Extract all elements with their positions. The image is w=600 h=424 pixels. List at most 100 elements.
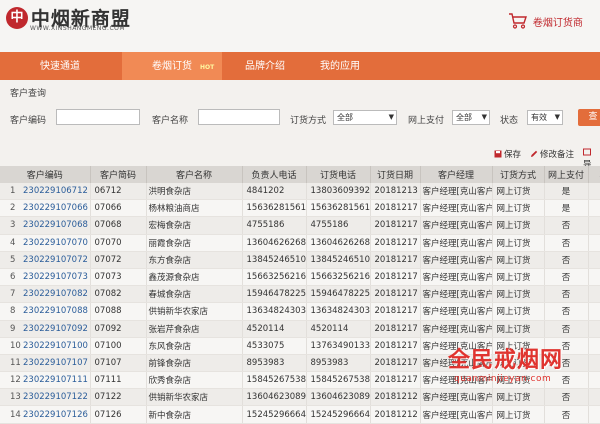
order-date: 20181217 xyxy=(370,268,421,287)
order-phone: 13803609392 xyxy=(306,183,371,201)
site-header: 中 中烟新商盟 WWW.XINSHANGMENG.COM 卷烟订货商 xyxy=(0,0,600,52)
table-row[interactable]: 2 230229107066 07066 杨林粮油商店 15636281561 15636… xyxy=(0,199,600,218)
customer-code-cell[interactable]: 8 230229107088 xyxy=(0,302,91,321)
table-row[interactable]: 6 230229107073 07073 鑫茂源食杂店 15663256216 15663… xyxy=(0,268,600,287)
column-header[interactable]: 客户编码 xyxy=(0,166,91,183)
customer-code-cell[interactable]: 5 230229107072 xyxy=(0,251,91,269)
status: 有 xyxy=(588,285,600,304)
online-pay-select[interactable]: 全部 ▼ xyxy=(452,110,490,125)
contact-phone: 4520114 xyxy=(242,320,307,338)
order-date: 20181217 xyxy=(370,285,421,304)
customer-code-cell[interactable]: 2 230229107066 xyxy=(0,199,91,218)
customer-code-cell[interactable]: 10 230229107100 xyxy=(0,337,91,355)
order-phone: 15663256216 xyxy=(306,268,371,287)
column-header[interactable]: 网上支付 xyxy=(544,166,589,183)
order-date: 20181217 xyxy=(370,216,421,235)
customer-code-cell[interactable]: 12 230229107111 xyxy=(0,371,91,390)
customer-code-link[interactable]: 230229107092 xyxy=(23,324,88,334)
row-index: 10 xyxy=(10,340,21,351)
query-button[interactable]: 查 xyxy=(578,109,600,126)
nav-item-my-apps[interactable]: 我的应用 xyxy=(290,52,390,80)
column-header[interactable]: 订货方式 xyxy=(492,166,545,183)
customer-code-link[interactable]: 230229107107 xyxy=(23,358,88,368)
row-index: 2 xyxy=(10,203,16,214)
table-row[interactable]: 7 230229107082 07082 春城食杂店 15946478225 159464… xyxy=(0,285,600,304)
customer-code-cell[interactable]: 7 230229107082 xyxy=(0,285,91,304)
customer-code-cell[interactable]: 4 230229107070 xyxy=(0,234,91,252)
table-row[interactable]: 9 230229107092 07092 张岩芹食杂店 4520114 4520114 20… xyxy=(0,320,600,338)
customer-name-input[interactable] xyxy=(198,109,280,125)
watermark-text: 全民戒烟网 xyxy=(448,348,564,373)
column-header[interactable]: 订货电话 xyxy=(306,166,371,183)
column-header[interactable]: 客户名称 xyxy=(146,166,243,183)
customer-code-cell[interactable]: 13 230229107122 xyxy=(0,388,91,407)
order-method: 网上订货 xyxy=(492,183,545,201)
table-row[interactable]: 1 230229106712 06712 洪明食杂店 4841202 1380360939… xyxy=(0,183,600,201)
customer-code-link[interactable]: 230229107122 xyxy=(23,392,88,402)
order-method: 网上订货 xyxy=(492,251,545,269)
row-index: 5 xyxy=(10,254,16,265)
column-header[interactable]: 客户经理 xyxy=(420,166,493,183)
table-row[interactable]: 14 230229107126 07126 新中食杂店 15245296664 15245… xyxy=(0,405,600,424)
cart-link[interactable]: 卷烟订货商 xyxy=(508,12,583,30)
account-manager: 客户经理[克山客户 xyxy=(420,199,493,218)
column-header[interactable]: 订货日期 xyxy=(370,166,421,183)
customer-code-cell[interactable]: 14 230229107126 xyxy=(0,405,91,424)
order-method-select[interactable]: 全部 ▼ xyxy=(333,110,397,125)
customer-short-code: 07073 xyxy=(90,268,147,287)
table-row[interactable]: 3 230229107068 07068 宏梅食杂店 4755186 4755186 201… xyxy=(0,216,600,235)
order-date: 20181217 xyxy=(370,199,421,218)
filter-bar: 客户编码 客户名称 订货方式 全部 ▼ 网上支付 全部 ▼ 状态 有效 ▼ 查 xyxy=(0,104,600,134)
contact-phone: 8953983 xyxy=(242,354,307,373)
customer-code-link[interactable]: 230229107066 xyxy=(23,203,88,213)
save-button[interactable]: 保存 xyxy=(494,148,521,160)
customer-code-link[interactable]: 230229107073 xyxy=(23,272,88,282)
customer-code-link[interactable]: 230229107082 xyxy=(23,289,88,299)
customer-short-code: 07126 xyxy=(90,405,147,424)
column-header[interactable]: 状 xyxy=(588,166,600,183)
customer-code-cell[interactable]: 11 230229107107 xyxy=(0,354,91,373)
customer-code-link[interactable]: 230229107126 xyxy=(23,410,88,420)
customer-code-link[interactable]: 230229107088 xyxy=(23,306,88,316)
row-index: 7 xyxy=(10,289,16,300)
nav-item-cigarette-order[interactable]: 卷烟订货 HOT xyxy=(122,52,222,80)
edit-note-button[interactable]: 修改备注 xyxy=(530,148,574,160)
order-method: 网上订货 xyxy=(492,216,545,235)
export-icon xyxy=(583,148,591,156)
customer-code-input[interactable] xyxy=(56,109,140,125)
customer-name: 前锋食杂店 xyxy=(146,354,243,373)
order-phone: 13845246510 xyxy=(306,251,371,269)
table-row[interactable]: 13 230229107122 07122 供销新华农家店 13604623089 136… xyxy=(0,388,600,407)
table-row[interactable]: 5 230229107072 07072 东方食杂店 13845246510 138452… xyxy=(0,251,600,269)
column-header[interactable]: 负责人电话 xyxy=(242,166,307,183)
chevron-down-icon: ▼ xyxy=(388,113,394,121)
customer-code-cell[interactable]: 3 230229107068 xyxy=(0,216,91,235)
customer-code-link[interactable]: 230229107111 xyxy=(23,375,88,385)
order-method-value: 全部 xyxy=(337,113,353,122)
online-pay: 否 xyxy=(544,268,589,287)
customer-name: 杨林粮油商店 xyxy=(146,199,243,218)
customer-code-link[interactable]: 230229106712 xyxy=(23,186,88,196)
account-manager: 客户经理[克山客户 xyxy=(420,285,493,304)
status-value: 有效 xyxy=(531,113,547,122)
customer-name-label: 客户名称 xyxy=(152,116,189,126)
customer-code-cell[interactable]: 1 230229106712 xyxy=(0,183,91,201)
customer-name: 供销新华农家店 xyxy=(146,302,243,321)
row-index: 1 xyxy=(10,186,16,197)
nav-item-quick-access[interactable]: 快速通道 xyxy=(10,52,110,80)
row-index: 4 xyxy=(10,237,16,248)
chevron-down-icon: ▼ xyxy=(481,113,487,121)
customer-code-cell[interactable]: 6 230229107073 xyxy=(0,268,91,287)
status: 有 xyxy=(588,251,600,269)
online-pay-label: 网上支付 xyxy=(408,116,445,126)
customer-name: 丽霞食杂店 xyxy=(146,234,243,252)
table-row[interactable]: 8 230229107088 07088 供销新华农家店 13634824303 1363… xyxy=(0,302,600,321)
customer-code-link[interactable]: 230229107072 xyxy=(23,255,88,265)
customer-code-link[interactable]: 230229107068 xyxy=(23,220,88,230)
status-select[interactable]: 有效 ▼ xyxy=(527,110,563,125)
column-header[interactable]: 客户简码 xyxy=(90,166,147,183)
customer-code-link[interactable]: 230229107100 xyxy=(23,341,88,351)
customer-code-cell[interactable]: 9 230229107092 xyxy=(0,320,91,338)
table-row[interactable]: 4 230229107070 07070 丽霞食杂店 13604626268 136046… xyxy=(0,234,600,252)
customer-code-link[interactable]: 230229107070 xyxy=(23,238,88,248)
